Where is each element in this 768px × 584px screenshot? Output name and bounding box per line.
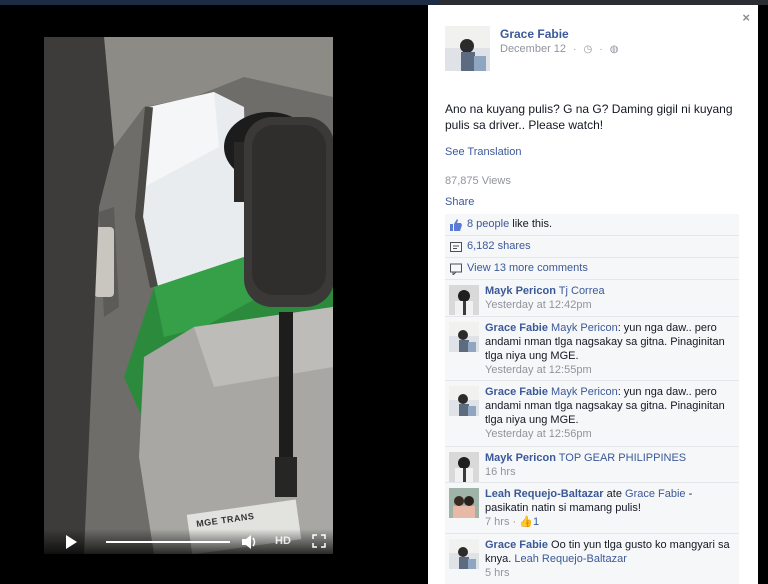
comment-author[interactable]: Grace Fabie xyxy=(485,386,548,398)
comment-item: Grace Fabie Mayk Pericon: yun nga daw.. … xyxy=(445,381,739,447)
progress-rest xyxy=(230,541,232,543)
comment-item: Mayk Pericon Tj Correa Yesterday at 12:4… xyxy=(445,280,739,317)
progress-bar[interactable] xyxy=(106,541,230,543)
commenter-avatar[interactable] xyxy=(449,539,479,569)
comment-meta: 7 hrs · 👍1 xyxy=(485,516,540,528)
comment-author[interactable]: Leah Requejo-Baltazar xyxy=(485,488,604,500)
view-count: 87,875 Views xyxy=(445,175,511,187)
post-date[interactable]: December 12 xyxy=(500,43,566,55)
comment-tag[interactable]: Tj Correa xyxy=(559,285,605,297)
author-name[interactable]: Grace Fabie xyxy=(500,27,569,41)
comment-time[interactable]: Yesterday at 12:42pm xyxy=(485,298,735,312)
close-icon[interactable]: × xyxy=(742,10,750,25)
see-translation-link[interactable]: See Translation xyxy=(445,146,521,158)
comment-item: Grace Fabie Mayk Pericon: yun nga daw.. … xyxy=(445,317,739,381)
comment-icon xyxy=(450,263,462,275)
thumbs-up-icon xyxy=(450,219,462,231)
post-meta: December 12 · ◷ · ◍ xyxy=(500,43,618,55)
comment-item: Leah Requejo-Baltazar ate Grace Fabie - … xyxy=(445,483,739,534)
comment-item: Grace Fabie Oo tin yun tlga gusto ko man… xyxy=(445,534,739,584)
share-link[interactable]: Share xyxy=(445,196,474,208)
comment-time[interactable]: 5 hrs xyxy=(485,566,735,580)
globe-icon[interactable]: ◍ xyxy=(610,44,619,55)
comment-text: ate xyxy=(606,488,626,500)
fullscreen-icon[interactable] xyxy=(312,534,326,548)
post-text: Ano na kuyang pulis? G na G? Daming gigi… xyxy=(445,102,733,132)
comment-time[interactable]: 16 hrs xyxy=(485,465,735,479)
comment-author[interactable]: Grace Fabie xyxy=(485,322,548,334)
play-icon[interactable] xyxy=(66,535,77,549)
video-frame xyxy=(44,37,333,554)
video-player[interactable]: MGE TRANS xyxy=(44,37,333,554)
likes-row: 8 people like this. xyxy=(445,214,739,236)
comment-author[interactable]: Grace Fabie xyxy=(485,539,548,551)
comment-tag[interactable]: Mayk Pericon xyxy=(551,322,618,334)
comment-tag[interactable]: Grace Fabie xyxy=(625,488,686,500)
shares-link[interactable]: 6,182 shares xyxy=(467,240,531,252)
more-comments-row: View 13 more comments xyxy=(445,258,739,280)
video-controls: HD xyxy=(44,529,333,554)
commenter-avatar[interactable] xyxy=(449,386,479,416)
comment-like-count[interactable]: 👍1 xyxy=(519,516,539,528)
commenter-avatar[interactable] xyxy=(449,488,479,518)
likes-text: like this. xyxy=(509,218,553,230)
dot-separator: · xyxy=(573,44,577,55)
edit-history-icon[interactable]: ◷ xyxy=(584,44,593,55)
volume-icon[interactable] xyxy=(241,535,259,549)
shares-row: 6,182 shares xyxy=(445,236,739,258)
ufi-list: 8 people like this. 6,182 shares View 13… xyxy=(445,214,739,584)
dot-separator: · xyxy=(599,44,603,55)
commenter-avatar[interactable] xyxy=(449,452,479,482)
comment-author[interactable]: Mayk Pericon xyxy=(485,285,556,297)
author-avatar[interactable] xyxy=(445,26,490,71)
share-icon xyxy=(450,242,462,252)
comment-tag[interactable]: TOP GEAR PHILIPPINES xyxy=(559,452,686,464)
hd-toggle[interactable]: HD xyxy=(275,535,291,547)
view-more-comments-link[interactable]: View 13 more comments xyxy=(467,262,588,274)
comment-time[interactable]: 7 hrs xyxy=(485,516,509,528)
comment-time[interactable]: Yesterday at 12:55pm xyxy=(485,363,735,377)
comment-author[interactable]: Mayk Pericon xyxy=(485,452,556,464)
post-sidebar: × Grace Fabie December 12 · ◷ · ◍ Ano na… xyxy=(428,5,758,584)
comment-time[interactable]: Yesterday at 12:56pm xyxy=(485,427,735,441)
comment-tag[interactable]: Mayk Pericon xyxy=(551,386,618,398)
commenter-avatar[interactable] xyxy=(449,285,479,315)
comment-item: Mayk Pericon TOP GEAR PHILIPPINES 16 hrs xyxy=(445,447,739,483)
commenter-avatar[interactable] xyxy=(449,322,479,352)
comment-tag[interactable]: Leah Requejo-Baltazar xyxy=(514,553,627,565)
likes-link[interactable]: 8 people xyxy=(467,218,509,230)
